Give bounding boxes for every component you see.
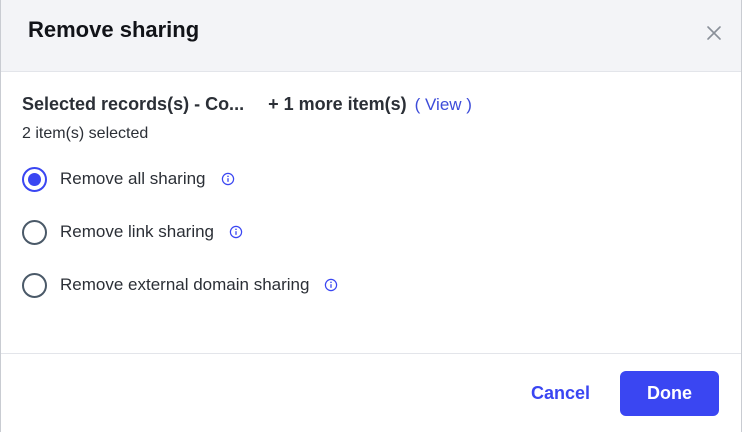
radio-remove-link-sharing[interactable] [22,219,47,245]
dialog-body: Selected records(s) - Co... + 1 more ite… [1,94,741,298]
option-remove-all-sharing[interactable]: Remove all sharing [22,166,720,192]
dialog-header: Remove sharing [1,0,741,72]
selected-records-name: Selected records(s) - Co... [22,94,245,114]
info-icon[interactable] [221,172,235,186]
radio-remove-external-domain-sharing[interactable] [22,272,47,298]
option-label: Remove all sharing [60,169,206,188]
option-label: Remove link sharing [60,222,215,241]
sharing-options: Remove all sharing Remove link sharing R… [22,166,720,298]
close-icon [706,25,722,46]
done-button[interactable]: Done [620,370,719,416]
info-icon[interactable] [229,225,243,239]
more-items-text: + 1 more item(s) [268,94,407,114]
dialog-title: Remove sharing [28,16,200,42]
dialog-footer: Cancel Done [1,353,741,432]
info-icon[interactable] [324,278,338,292]
remove-sharing-dialog: Remove sharing Selected records(s) - Co.… [0,0,742,432]
close-button[interactable] [700,22,728,50]
radio-remove-all-sharing[interactable] [22,166,47,192]
cancel-button[interactable]: Cancel [531,383,590,404]
option-label: Remove external domain sharing [60,275,310,294]
selected-count: 2 item(s) selected [22,125,149,142]
option-remove-link-sharing[interactable]: Remove link sharing [22,219,720,245]
view-link[interactable]: ( View ) [415,95,472,115]
option-remove-external-domain-sharing[interactable]: Remove external domain sharing [22,272,720,298]
selected-records-line: Selected records(s) - Co... + 1 more ite… [22,94,720,115]
